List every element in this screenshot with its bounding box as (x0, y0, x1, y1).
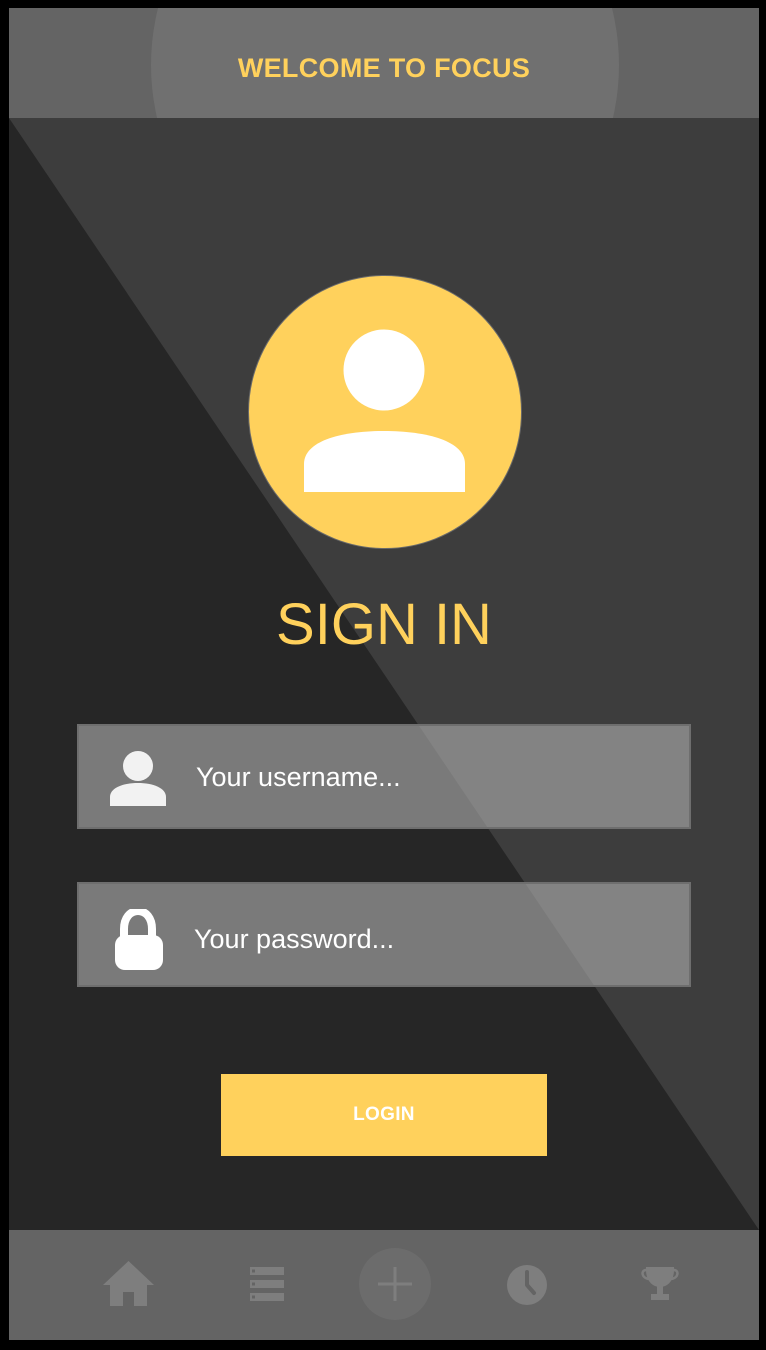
header-title: WELCOME TO FOCUS (237, 53, 531, 83)
username-field[interactable] (77, 724, 691, 829)
avatar (248, 275, 522, 549)
login-button[interactable]: LOGIN (221, 1074, 547, 1156)
password-input[interactable] (194, 923, 644, 955)
tab-bar (9, 1230, 759, 1340)
trophy-icon[interactable] (641, 1264, 679, 1302)
add-button[interactable] (359, 1248, 431, 1320)
list-icon[interactable] (250, 1267, 284, 1301)
header-bar: WELCOME TO FOCUS (9, 8, 759, 118)
password-field[interactable] (77, 882, 691, 987)
lock-icon (115, 909, 163, 970)
phone-screen: WELCOME TO FOCUS SIGN IN LOGIN (9, 8, 759, 1340)
clock-icon[interactable] (506, 1264, 548, 1306)
username-input[interactable] (196, 761, 646, 793)
user-avatar-icon (304, 329, 465, 492)
plus-icon (378, 1267, 412, 1301)
home-icon[interactable] (102, 1260, 155, 1307)
user-icon (110, 751, 166, 806)
page-title: SIGN IN (276, 592, 492, 657)
